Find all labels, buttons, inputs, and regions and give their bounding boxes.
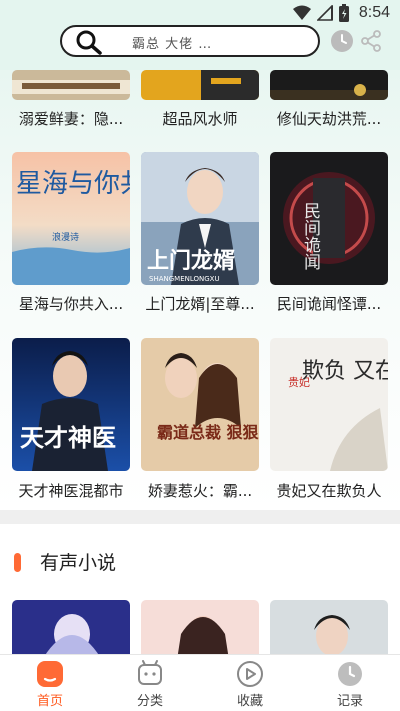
- book-title[interactable]: 娇妻惹火：霸...: [135, 480, 265, 501]
- section-accent-bar: [14, 553, 21, 572]
- search-placeholder: 霸总 大佬 …: [132, 37, 213, 52]
- search-icon: [76, 30, 102, 55]
- cover-subtitle-text: 浪漫诗: [52, 231, 79, 243]
- section-heading: 有声小说: [40, 552, 117, 574]
- novel-grid: 溺爱鲜妻：隐... 超品风水师 修仙天劫洪荒... 星海与你共入梦 浪漫诗 上门…: [0, 70, 400, 510]
- book-cover[interactable]: [270, 70, 388, 100]
- status-bar: 8:54: [0, 0, 400, 28]
- wifi-icon: [292, 5, 311, 20]
- book-cover[interactable]: 上门龙婿 SHANGMENLONGXU: [141, 152, 259, 285]
- status-icons: 8:54: [292, 4, 390, 22]
- bottom-tab-bar: 首页 分类 收藏 记录: [0, 654, 400, 711]
- audiobook-cover[interactable]: [141, 600, 259, 658]
- book-cover[interactable]: [141, 70, 259, 100]
- tab-label: 收藏: [236, 694, 263, 709]
- book-title[interactable]: 天才神医混都市: [6, 480, 136, 501]
- book-cover[interactable]: 霸道总裁 狠狠宠: [141, 338, 259, 471]
- tab-favorites[interactable]: 收藏: [200, 655, 300, 711]
- cover-title-text: 民间诡闻: [300, 202, 321, 271]
- book-title[interactable]: 贵妃又在欺负人: [264, 480, 394, 501]
- audiobook-section: 有声小说: [0, 524, 400, 658]
- share-icon[interactable]: [359, 29, 383, 53]
- book-cover[interactable]: 贵妃 欺负 又在 人: [270, 338, 388, 471]
- tab-label: 记录: [336, 694, 363, 709]
- cover-title-text: 天才神医: [20, 424, 116, 452]
- history-clock-icon: [338, 662, 362, 686]
- tab-label: 分类: [136, 694, 163, 709]
- section-divider: [0, 510, 400, 524]
- book-title[interactable]: 上门龙婿|至尊...: [135, 293, 265, 314]
- book-title[interactable]: 修仙天劫洪荒...: [264, 108, 394, 129]
- signal-icon: [316, 5, 333, 21]
- search-bar[interactable]: 霸总 大佬 …: [60, 25, 320, 57]
- tab-category[interactable]: 分类: [100, 655, 200, 711]
- cover-title-text: 星海与你共入梦: [16, 169, 130, 199]
- status-time: 8:54: [358, 4, 390, 21]
- book-cover[interactable]: [12, 70, 130, 100]
- book-cover[interactable]: 天才神医: [12, 338, 130, 471]
- tab-label: 首页: [36, 694, 63, 709]
- book-title[interactable]: 溺爱鲜妻：隐...: [6, 108, 136, 129]
- book-title[interactable]: 超品风水师: [135, 108, 265, 129]
- top-bar: 8:54 霸总 大佬 …: [0, 0, 400, 70]
- cover-title-text: 霸道总裁 狠狠宠: [157, 423, 259, 442]
- battery-icon: [338, 4, 349, 22]
- audiobook-cover[interactable]: [12, 600, 130, 658]
- category-icon: [138, 660, 162, 685]
- history-clock-icon[interactable]: [330, 29, 354, 53]
- cover-title-text: 欺负 又在 人: [302, 359, 388, 384]
- book-title[interactable]: 民间诡闻怪谭...: [264, 293, 394, 314]
- audiobook-cover[interactable]: [270, 600, 388, 658]
- book-title[interactable]: 星海与你共入...: [6, 293, 136, 314]
- cover-title-text: 上门龙婿: [147, 248, 235, 274]
- book-cover[interactable]: 民间诡闻: [270, 152, 388, 285]
- home-content: 溺爱鲜妻：隐... 超品风水师 修仙天劫洪荒... 星海与你共入梦 浪漫诗 上门…: [0, 70, 400, 658]
- home-icon: [37, 661, 63, 687]
- favorite-play-icon: [237, 661, 263, 687]
- tab-home[interactable]: 首页: [0, 655, 100, 711]
- book-cover[interactable]: 星海与你共入梦 浪漫诗: [12, 152, 130, 285]
- cover-subtitle-text: SHANGMENLONGXU: [149, 275, 220, 283]
- tab-history[interactable]: 记录: [300, 655, 400, 711]
